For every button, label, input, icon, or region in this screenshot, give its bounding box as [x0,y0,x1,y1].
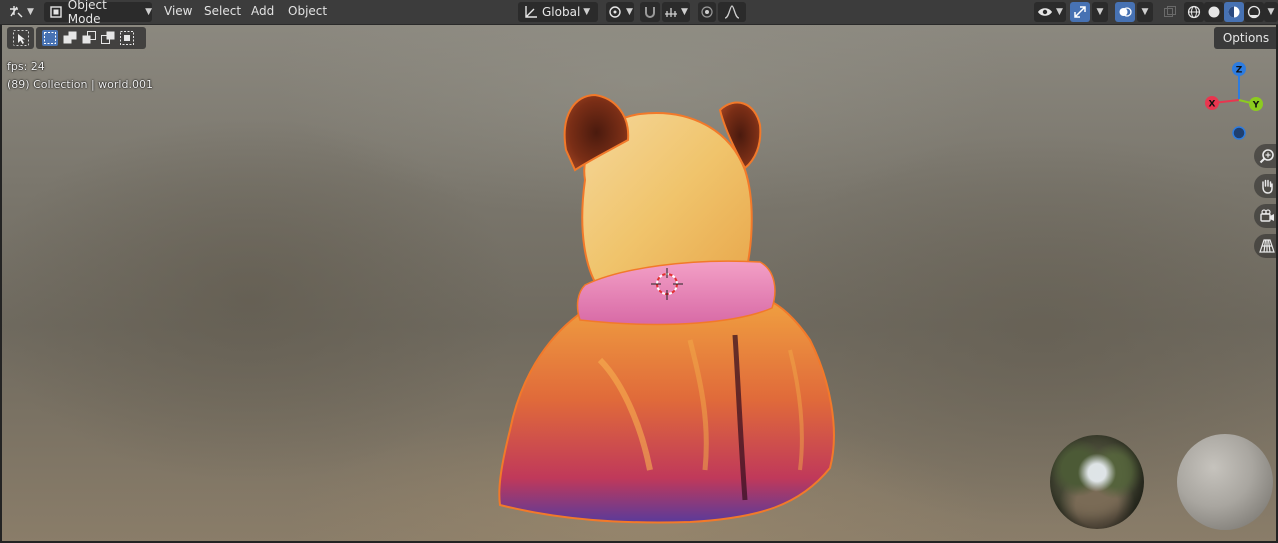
3d-cursor[interactable] [649,266,685,302]
falloff-dropdown[interactable] [718,2,746,22]
select-cursor-icon[interactable] [13,30,29,46]
material-preview-icon [1228,6,1240,18]
shading-wireframe-button[interactable] [1184,2,1204,22]
wireframe-shading-icon [1187,5,1201,19]
3d-viewport[interactable]: fps: 24 (89) Collection | world.001 Z X … [0,0,1278,543]
zoom-icon[interactable] [1254,144,1278,168]
transform-orientation-icon [525,6,537,18]
select-new-icon[interactable] [42,30,58,46]
proportional-edit-icon [701,6,713,18]
snap-magnet-icon [645,7,655,18]
transform-orientation-dropdown[interactable]: Global ▼ [518,2,598,22]
gizmo-label-y: Y [1252,101,1260,111]
gizmo-options-dropdown[interactable]: ▼ [1092,2,1108,22]
menu-view[interactable]: View [164,4,192,18]
proportional-edit-toggle[interactable] [698,2,716,22]
transform-orientation-label: Global [542,5,581,19]
select-subtract-icon[interactable] [81,30,97,46]
object-mode-icon [50,6,62,18]
hdri-preview-sphere [1050,435,1144,529]
options-label: Options [1222,31,1270,45]
editor-type-dropdown[interactable]: ▼ [4,2,38,22]
material-preview-sphere [1177,434,1273,530]
overlay-options-dropdown[interactable]: ▼ [1137,2,1153,22]
options-dropdown[interactable]: Options [1214,27,1278,49]
xray-toggle-icon [1164,6,1176,17]
falloff-curve-icon [724,5,740,19]
shading-rendered-button[interactable] [1244,2,1264,22]
overlay-toggle[interactable] [1115,2,1135,22]
shading-options-dropdown[interactable]: ▼ [1264,2,1278,22]
perspective-grid-icon[interactable] [1254,234,1278,258]
rendered-shading-icon [1247,5,1261,19]
overlay-toggle-icon [1119,7,1132,17]
gizmo-toggle[interactable] [1070,2,1090,22]
selection-mode-group [36,27,146,49]
shading-material-button[interactable] [1224,2,1244,22]
mode-dropdown[interactable]: Object Mode ▼ [44,0,152,26]
fps-readout: fps: 24 [7,60,45,73]
select-intersect-icon[interactable] [119,30,135,46]
menu-select[interactable]: Select [204,4,241,18]
pivot-point-icon [609,6,621,18]
gizmo-toggle-icon [1074,6,1086,18]
menu-object[interactable]: Object [288,4,327,18]
shading-solid-button[interactable] [1204,2,1224,22]
active-tool-panel [7,27,34,49]
collection-info: (89) Collection | world.001 [7,78,153,91]
hand-pan-icon[interactable] [1254,174,1278,198]
snap-toggle[interactable] [640,2,660,22]
solid-shading-icon [1208,6,1220,18]
eye-visibility-icon [1038,8,1053,16]
xray-toggle[interactable] [1160,2,1180,22]
gizmo-axis-neg-z[interactable] [1232,126,1246,140]
model-body [498,298,835,524]
snap-increment-icon [665,8,678,17]
viewport-header: ▼ Object Mode ▼ View Select Add Object G… [0,0,1278,26]
editor-type-icon [10,6,23,18]
camera-view-icon[interactable] [1254,204,1278,228]
select-extend-icon[interactable] [62,30,78,46]
menu-add[interactable]: Add [251,4,274,18]
pivot-point-dropdown[interactable]: ▼ [606,2,634,22]
gizmo-label-x: X [1209,100,1216,110]
navigation-gizmo[interactable]: Z X Y [1205,60,1271,144]
snap-target-dropdown[interactable]: ▼ [662,2,690,22]
gizmo-label-z: Z [1236,66,1243,76]
visibility-dropdown[interactable]: ▼ [1034,2,1066,22]
mode-label: Object Mode [67,0,107,26]
select-invert-icon[interactable] [100,30,116,46]
